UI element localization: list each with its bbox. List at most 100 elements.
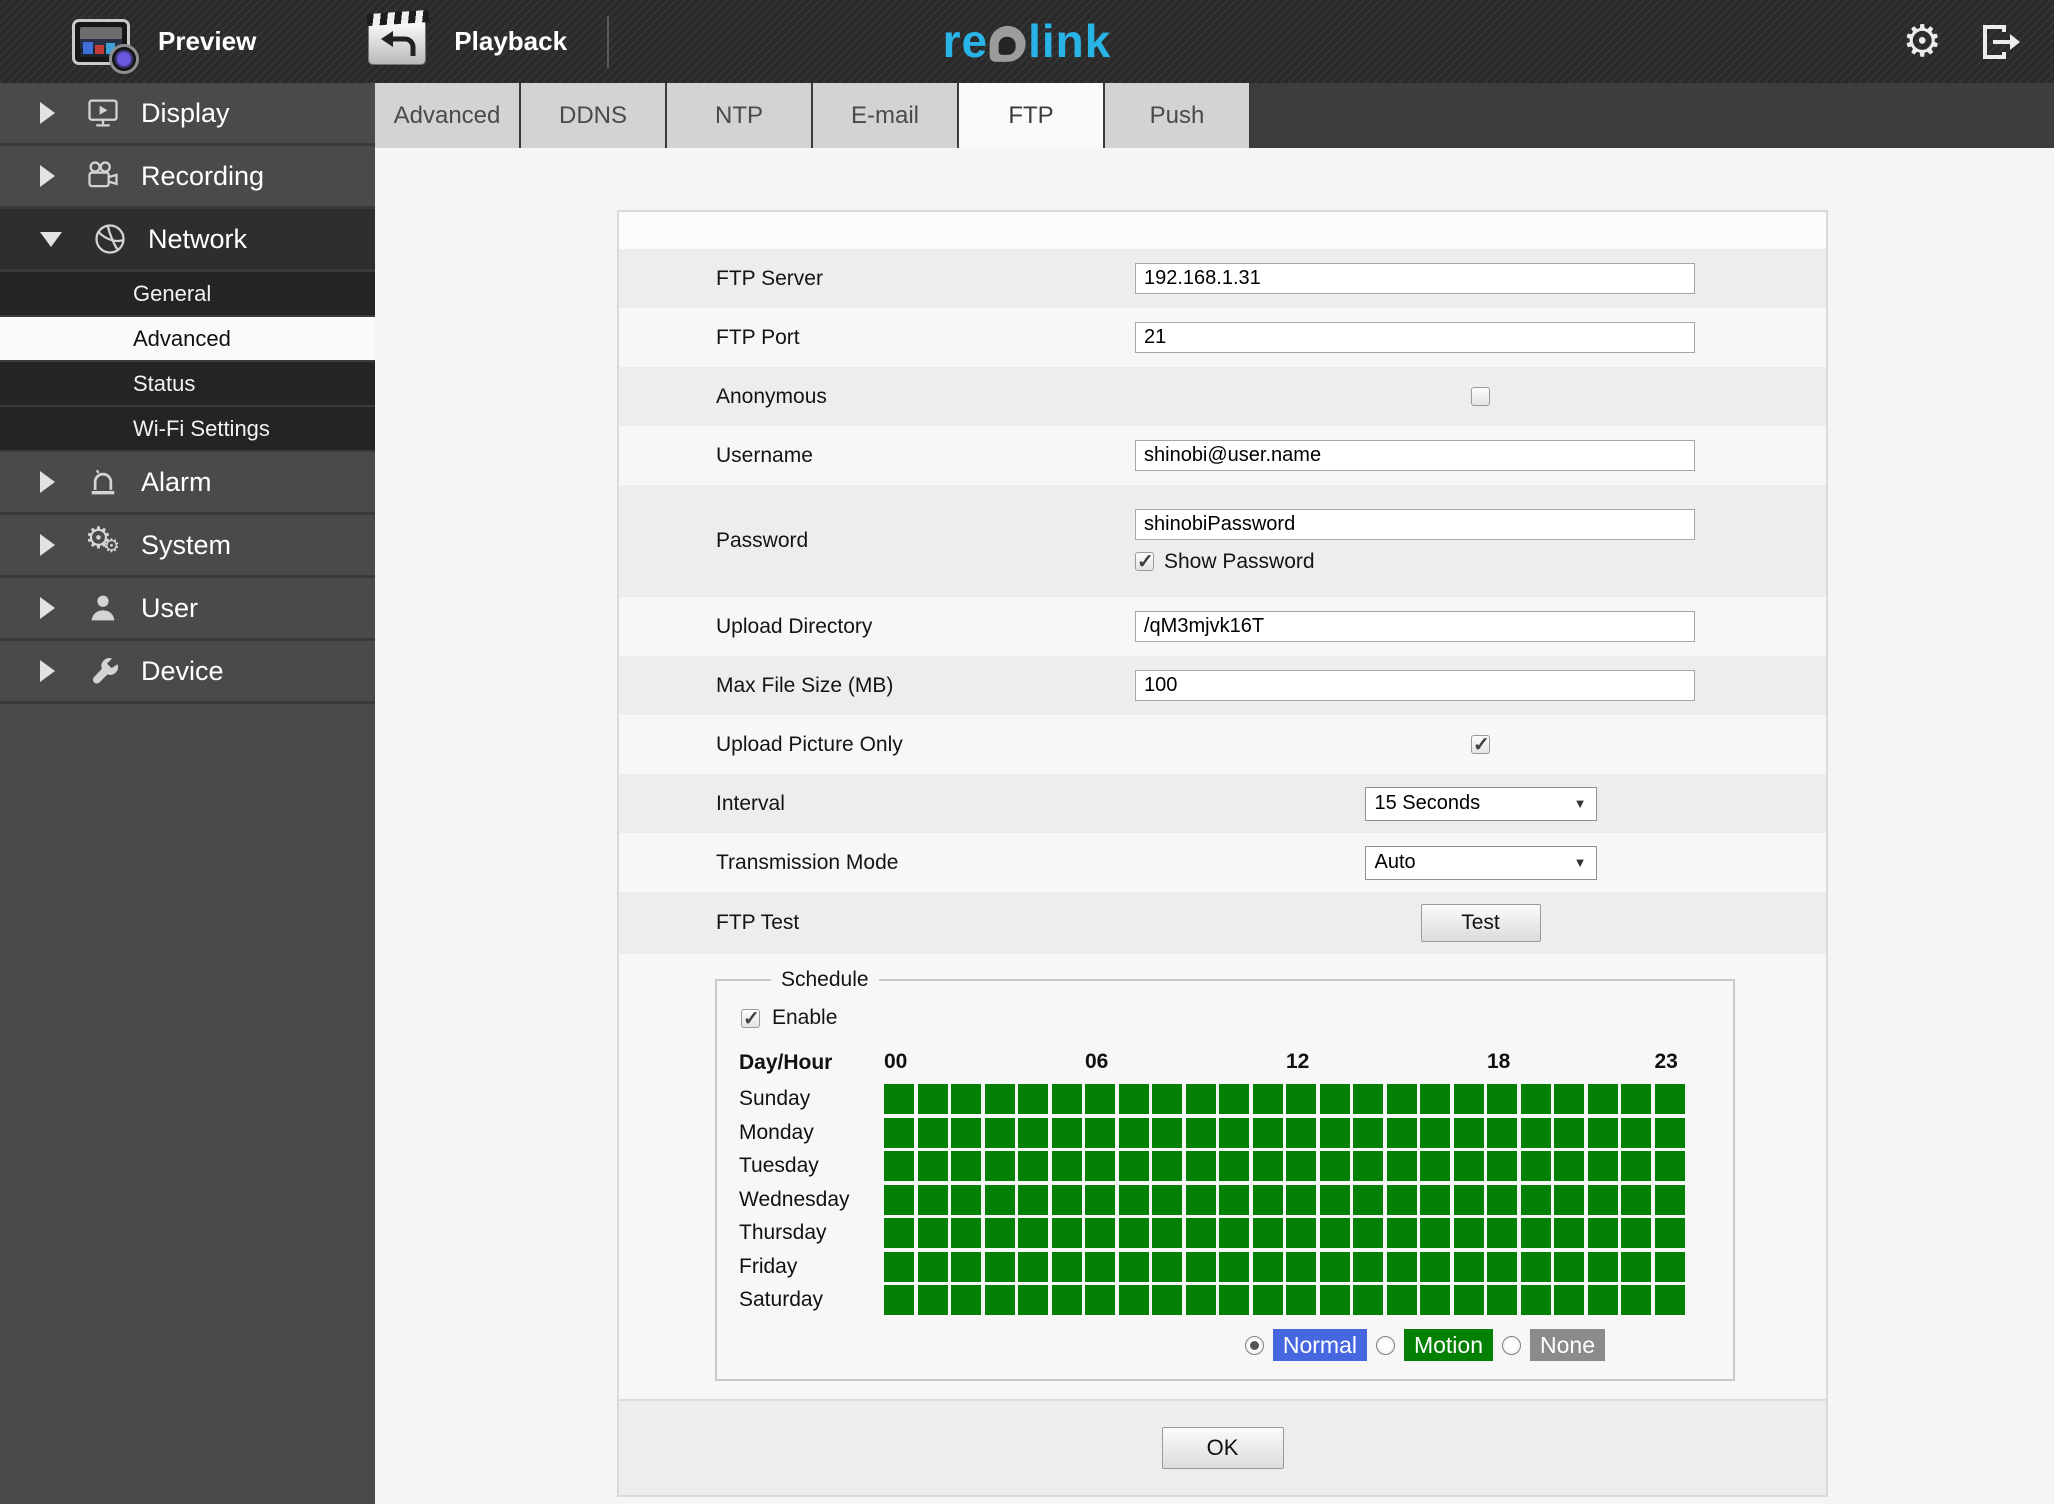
schedule-cell[interactable] [1386,1117,1417,1148]
schedule-cell[interactable] [951,1151,981,1181]
schedule-cell[interactable] [1319,1184,1350,1215]
schedule-cell[interactable] [1654,1218,1685,1248]
sidebar-item-user[interactable]: User [0,578,375,641]
schedule-cell[interactable] [951,1117,981,1148]
schedule-cell[interactable] [1487,1151,1517,1181]
sidebar-item-recording[interactable]: Recording [0,146,375,209]
schedule-cell[interactable] [1420,1251,1450,1282]
schedule-cell[interactable] [1085,1117,1115,1148]
schedule-cell[interactable] [951,1285,981,1315]
schedule-cell[interactable] [1085,1184,1115,1215]
schedule-cell[interactable] [1453,1251,1484,1282]
schedule-cell[interactable] [1487,1218,1517,1248]
username-input[interactable] [1135,440,1695,471]
schedule-cell[interactable] [1621,1084,1651,1114]
schedule-cell[interactable] [1185,1218,1216,1248]
schedule-cell[interactable] [884,1084,914,1114]
schedule-cell[interactable] [1286,1218,1316,1248]
schedule-cell[interactable] [984,1285,1015,1315]
schedule-cell[interactable] [917,1251,948,1282]
schedule-cell[interactable] [1487,1184,1517,1215]
sidebar-item-alarm[interactable]: Alarm [0,452,375,515]
schedule-cell[interactable] [1118,1218,1149,1248]
tab-ntp[interactable]: NTP [667,83,813,148]
schedule-cell[interactable] [917,1218,948,1248]
schedule-cell[interactable] [1319,1218,1350,1248]
schedule-cell[interactable] [1621,1218,1651,1248]
schedule-cell[interactable] [951,1218,981,1248]
schedule-cell[interactable] [1319,1084,1350,1114]
schedule-cell[interactable] [1654,1251,1685,1282]
schedule-cell[interactable] [1051,1151,1082,1181]
schedule-cell[interactable] [1286,1151,1316,1181]
schedule-cell[interactable] [1587,1151,1618,1181]
schedule-cell[interactable] [1353,1184,1383,1215]
schedule-cell[interactable] [884,1218,914,1248]
schedule-cell[interactable] [884,1184,914,1215]
schedule-cell[interactable] [1152,1251,1182,1282]
schedule-cell[interactable] [1252,1151,1283,1181]
schedule-cell[interactable] [1554,1218,1584,1248]
schedule-cell[interactable] [1185,1151,1216,1181]
schedule-cell[interactable] [917,1084,948,1114]
schedule-cell[interactable] [884,1285,914,1315]
schedule-cell[interactable] [1554,1151,1584,1181]
show-password-checkbox[interactable] [1135,549,1154,574]
tab-email[interactable]: E-mail [813,83,959,148]
schedule-cell[interactable] [1185,1285,1216,1315]
schedule-cell[interactable] [1152,1218,1182,1248]
anonymous-checkbox[interactable] [1471,387,1490,406]
schedule-enable-checkbox[interactable] [741,1006,760,1031]
schedule-cell[interactable] [1286,1117,1316,1148]
schedule-cell[interactable] [1520,1084,1551,1114]
schedule-cell[interactable] [1252,1084,1283,1114]
schedule-cell[interactable] [1453,1084,1484,1114]
schedule-cell[interactable] [984,1151,1015,1181]
schedule-cell[interactable] [1353,1218,1383,1248]
transmission-mode-select[interactable]: Auto [1364,845,1597,880]
schedule-cell[interactable] [1018,1184,1048,1215]
schedule-cell[interactable] [1051,1285,1082,1315]
sidebar-item-network[interactable]: Network [0,209,375,272]
schedule-cell[interactable] [1085,1251,1115,1282]
schedule-cell[interactable] [984,1184,1015,1215]
schedule-cell[interactable] [1319,1285,1350,1315]
schedule-cell[interactable] [884,1251,914,1282]
schedule-cell[interactable] [1621,1184,1651,1215]
schedule-cell[interactable] [1252,1184,1283,1215]
schedule-cell[interactable] [1018,1251,1048,1282]
schedule-cell[interactable] [1587,1184,1618,1215]
tab-push[interactable]: Push [1105,83,1251,148]
schedule-cell[interactable] [1118,1184,1149,1215]
schedule-cell[interactable] [1319,1151,1350,1181]
schedule-cell[interactable] [1219,1285,1249,1315]
schedule-cell[interactable] [917,1285,948,1315]
schedule-cell[interactable] [1487,1084,1517,1114]
preview-nav[interactable]: Preview [0,18,256,74]
schedule-cell[interactable] [884,1117,914,1148]
sidebar-item-system[interactable]: ⚙ ⚙ System [0,515,375,578]
schedule-cell[interactable] [1453,1285,1484,1315]
schedule-cell[interactable] [1085,1084,1115,1114]
schedule-cell[interactable] [1118,1251,1149,1282]
schedule-cell[interactable] [1554,1184,1584,1215]
schedule-cell[interactable] [1286,1285,1316,1315]
tab-advanced[interactable]: Advanced [375,83,521,148]
schedule-cell[interactable] [1554,1251,1584,1282]
schedule-cell[interactable] [917,1184,948,1215]
schedule-cell[interactable] [1085,1151,1115,1181]
max-file-size-input[interactable] [1135,670,1695,701]
settings-gear-icon[interactable]: ⚙ [1903,19,1942,64]
tab-ddns[interactable]: DDNS [521,83,667,148]
schedule-cell[interactable] [1219,1117,1249,1148]
schedule-cell[interactable] [1420,1285,1450,1315]
schedule-cell[interactable] [1554,1117,1584,1148]
schedule-cell[interactable] [1051,1184,1082,1215]
schedule-cell[interactable] [1654,1084,1685,1114]
schedule-cell[interactable] [1587,1218,1618,1248]
schedule-cell[interactable] [1286,1251,1316,1282]
schedule-cell[interactable] [1252,1218,1283,1248]
schedule-cell[interactable] [1654,1184,1685,1215]
schedule-cell[interactable] [1420,1084,1450,1114]
schedule-cell[interactable] [1185,1084,1216,1114]
